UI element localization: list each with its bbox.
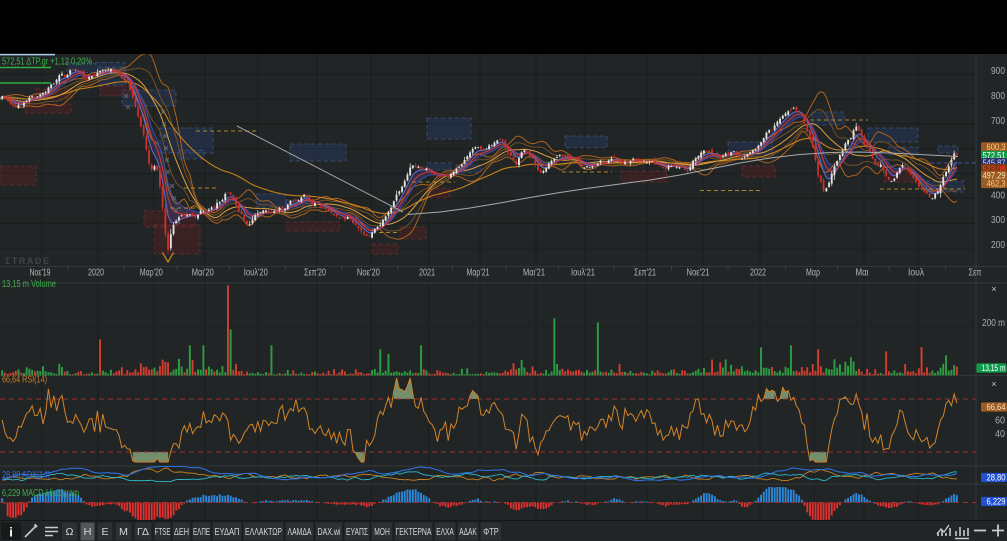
svg-text:Σεπ: Σεπ — [969, 268, 982, 279]
svg-text:66,64 RSI(14): 66,64 RSI(14) — [2, 374, 47, 385]
svg-text:Σεπ'21: Σεπ'21 — [634, 268, 656, 279]
svg-text:200 m: 200 m — [982, 318, 1005, 329]
svg-text:400: 400 — [991, 190, 1005, 201]
svg-text:700: 700 — [991, 116, 1005, 127]
svg-text:28,80: 28,80 — [987, 473, 1006, 483]
svg-text:Σεπ'20: Σεπ'20 — [304, 268, 326, 279]
svg-text:200: 200 — [991, 240, 1005, 251]
svg-text:Νοε'19: Νοε'19 — [30, 268, 51, 279]
svg-text:ΛΑΜΔΑ: ΛΑΜΔΑ — [288, 527, 312, 538]
svg-text:ΕΛΛΑΚΤΩΡ: ΕΛΛΑΚΤΩΡ — [245, 527, 282, 538]
svg-text:H: H — [84, 527, 92, 538]
svg-text:2020: 2020 — [88, 268, 104, 279]
svg-text:ΑΔΑΚ: ΑΔΑΚ — [459, 527, 477, 538]
svg-text:13,15 m Volume: 13,15 m Volume — [2, 279, 56, 290]
svg-text:572,51 ΔTP.gr +1,12 0,20% .: 572,51 ΔTP.gr +1,12 0,20% . — [2, 57, 96, 68]
svg-text:40: 40 — [995, 429, 1005, 440]
svg-text:M: M — [119, 527, 128, 538]
svg-text:300: 300 — [991, 215, 1005, 226]
svg-text:ΕΥΔΑΠ: ΕΥΔΑΠ — [215, 527, 240, 538]
svg-text:ΕΥΑΠΣ: ΕΥΑΠΣ — [346, 527, 368, 538]
svg-text:2022: 2022 — [750, 268, 766, 279]
svg-text:×: × — [991, 379, 996, 389]
svg-text:ΜΟΗ: ΜΟΗ — [374, 527, 390, 538]
svg-text:Μαι'21: Μαι'21 — [523, 268, 545, 279]
svg-text:60: 60 — [995, 416, 1005, 427]
svg-text:800: 800 — [991, 91, 1005, 102]
svg-text:Μαι: Μαι — [856, 268, 869, 279]
svg-text:Ιουλ'20: Ιουλ'20 — [244, 268, 268, 279]
svg-text:Ιουλ: Ιουλ — [908, 268, 924, 279]
svg-text:ΕΛΠΕ: ΕΛΠΕ — [193, 527, 210, 538]
svg-text:i: i — [9, 525, 13, 540]
svg-text:2021: 2021 — [419, 268, 435, 279]
svg-text:13,15 m: 13,15 m — [982, 363, 1006, 373]
svg-text:28,80 ADX(14): 28,80 ADX(14) — [2, 470, 50, 481]
svg-text:ΣTRADE: ΣTRADE — [5, 256, 50, 266]
svg-text:6,229: 6,229 — [987, 497, 1006, 507]
svg-text:Νοε'20: Νοε'20 — [357, 268, 380, 279]
svg-text:462,3: 462,3 — [987, 179, 1006, 189]
svg-text:Μαρ'21: Μαρ'21 — [467, 268, 490, 279]
svg-text:ΔΕΗ: ΔΕΗ — [174, 527, 189, 538]
svg-text:6,229 MACD-Histogram: 6,229 MACD-Histogram — [2, 488, 79, 499]
svg-text:DAX.wi: DAX.wi — [318, 527, 341, 538]
svg-text:Μαρ: Μαρ — [806, 268, 820, 279]
svg-text:E: E — [102, 527, 109, 538]
svg-text:900: 900 — [991, 66, 1005, 77]
svg-text:Ω: Ω — [66, 527, 75, 538]
svg-text:ΦΤΡ: ΦΤΡ — [483, 527, 499, 538]
svg-text:×: × — [991, 284, 996, 294]
svg-text:Μαι'20: Μαι'20 — [192, 268, 214, 279]
svg-text:Μαρ'20: Μαρ'20 — [140, 268, 163, 279]
svg-text:66,64: 66,64 — [987, 402, 1006, 412]
svg-text:Νοε'21: Νοε'21 — [687, 268, 710, 279]
svg-text:ΕΛΧΑ: ΕΛΧΑ — [436, 527, 454, 538]
svg-text:Ιουλ'21: Ιουλ'21 — [571, 268, 595, 279]
svg-text:ΓΕΚΤΕΡΝΑ: ΓΕΚΤΕΡΝΑ — [396, 527, 432, 538]
svg-text:FTSE: FTSE — [155, 527, 171, 538]
svg-text:ΓΔ: ΓΔ — [137, 527, 149, 538]
